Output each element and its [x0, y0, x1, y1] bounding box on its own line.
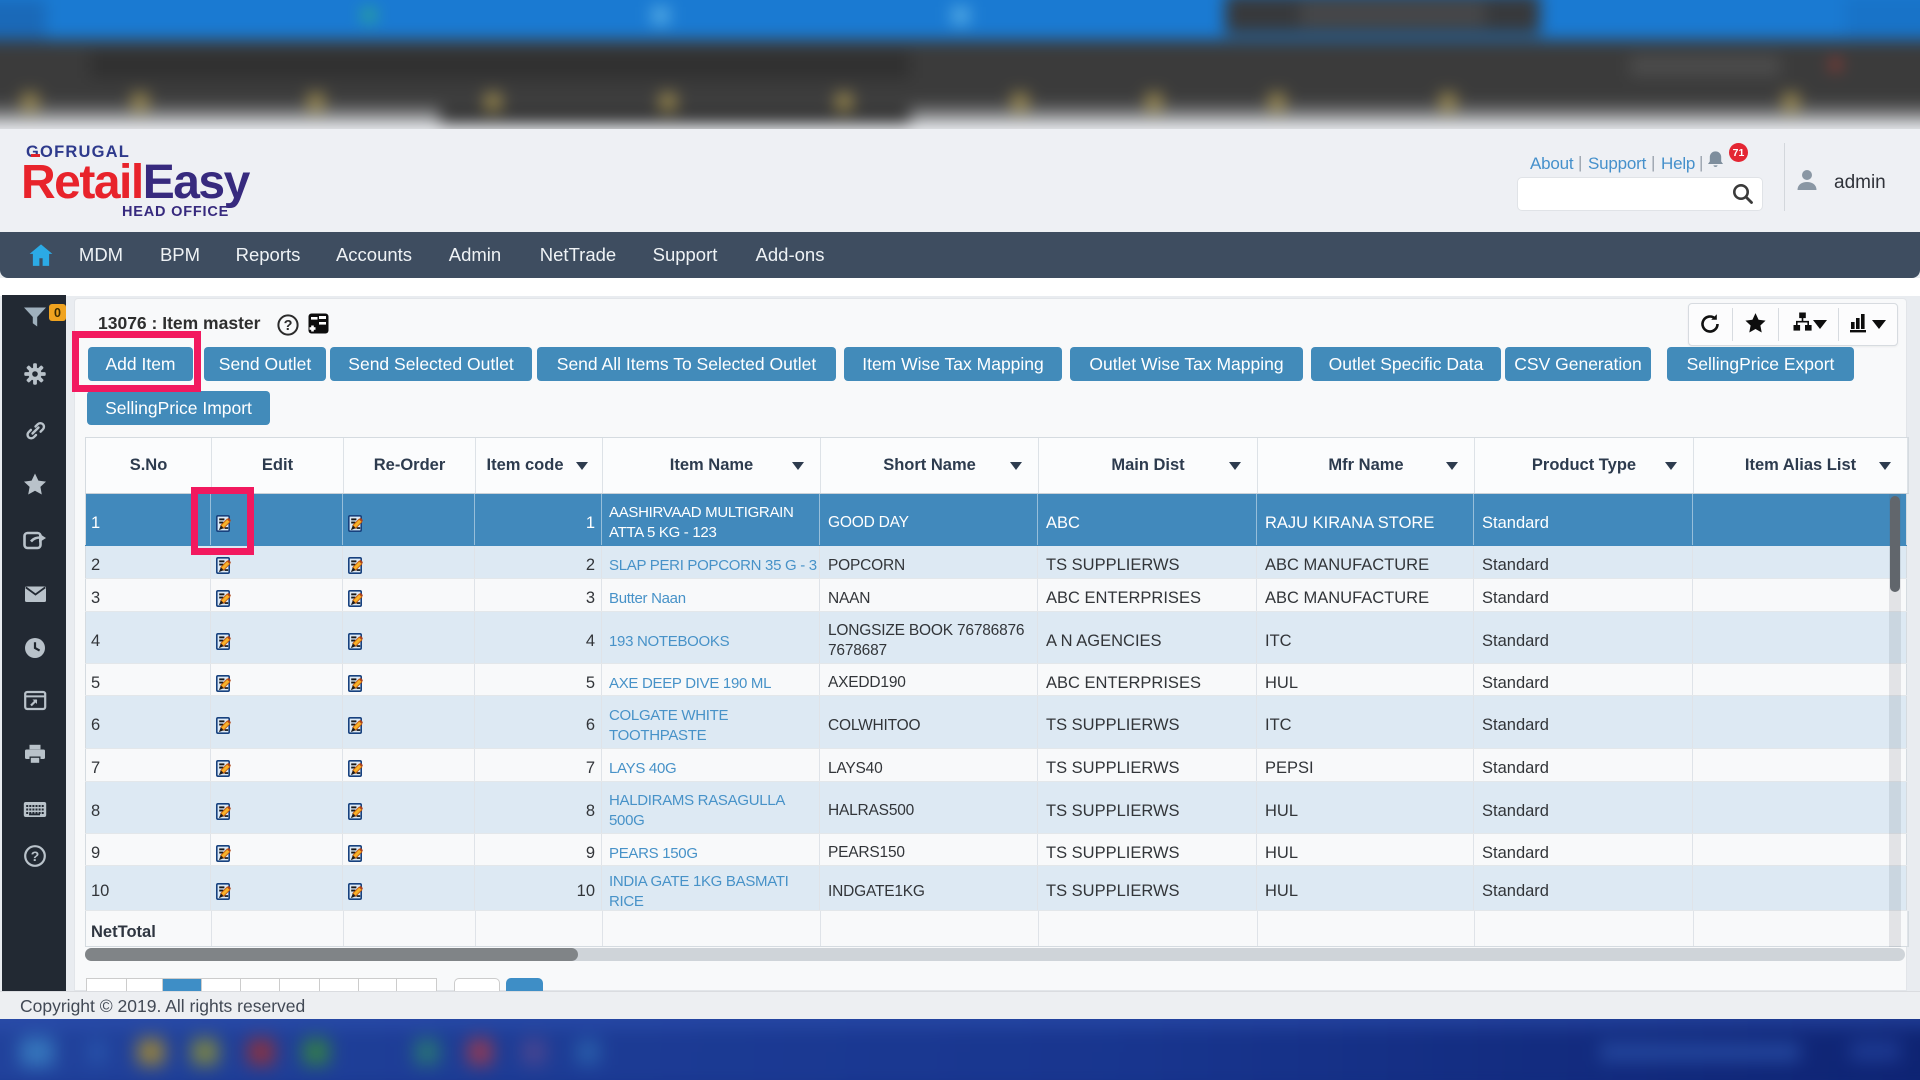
svg-text:?: ? [31, 848, 40, 864]
svg-text:?: ? [284, 318, 293, 334]
